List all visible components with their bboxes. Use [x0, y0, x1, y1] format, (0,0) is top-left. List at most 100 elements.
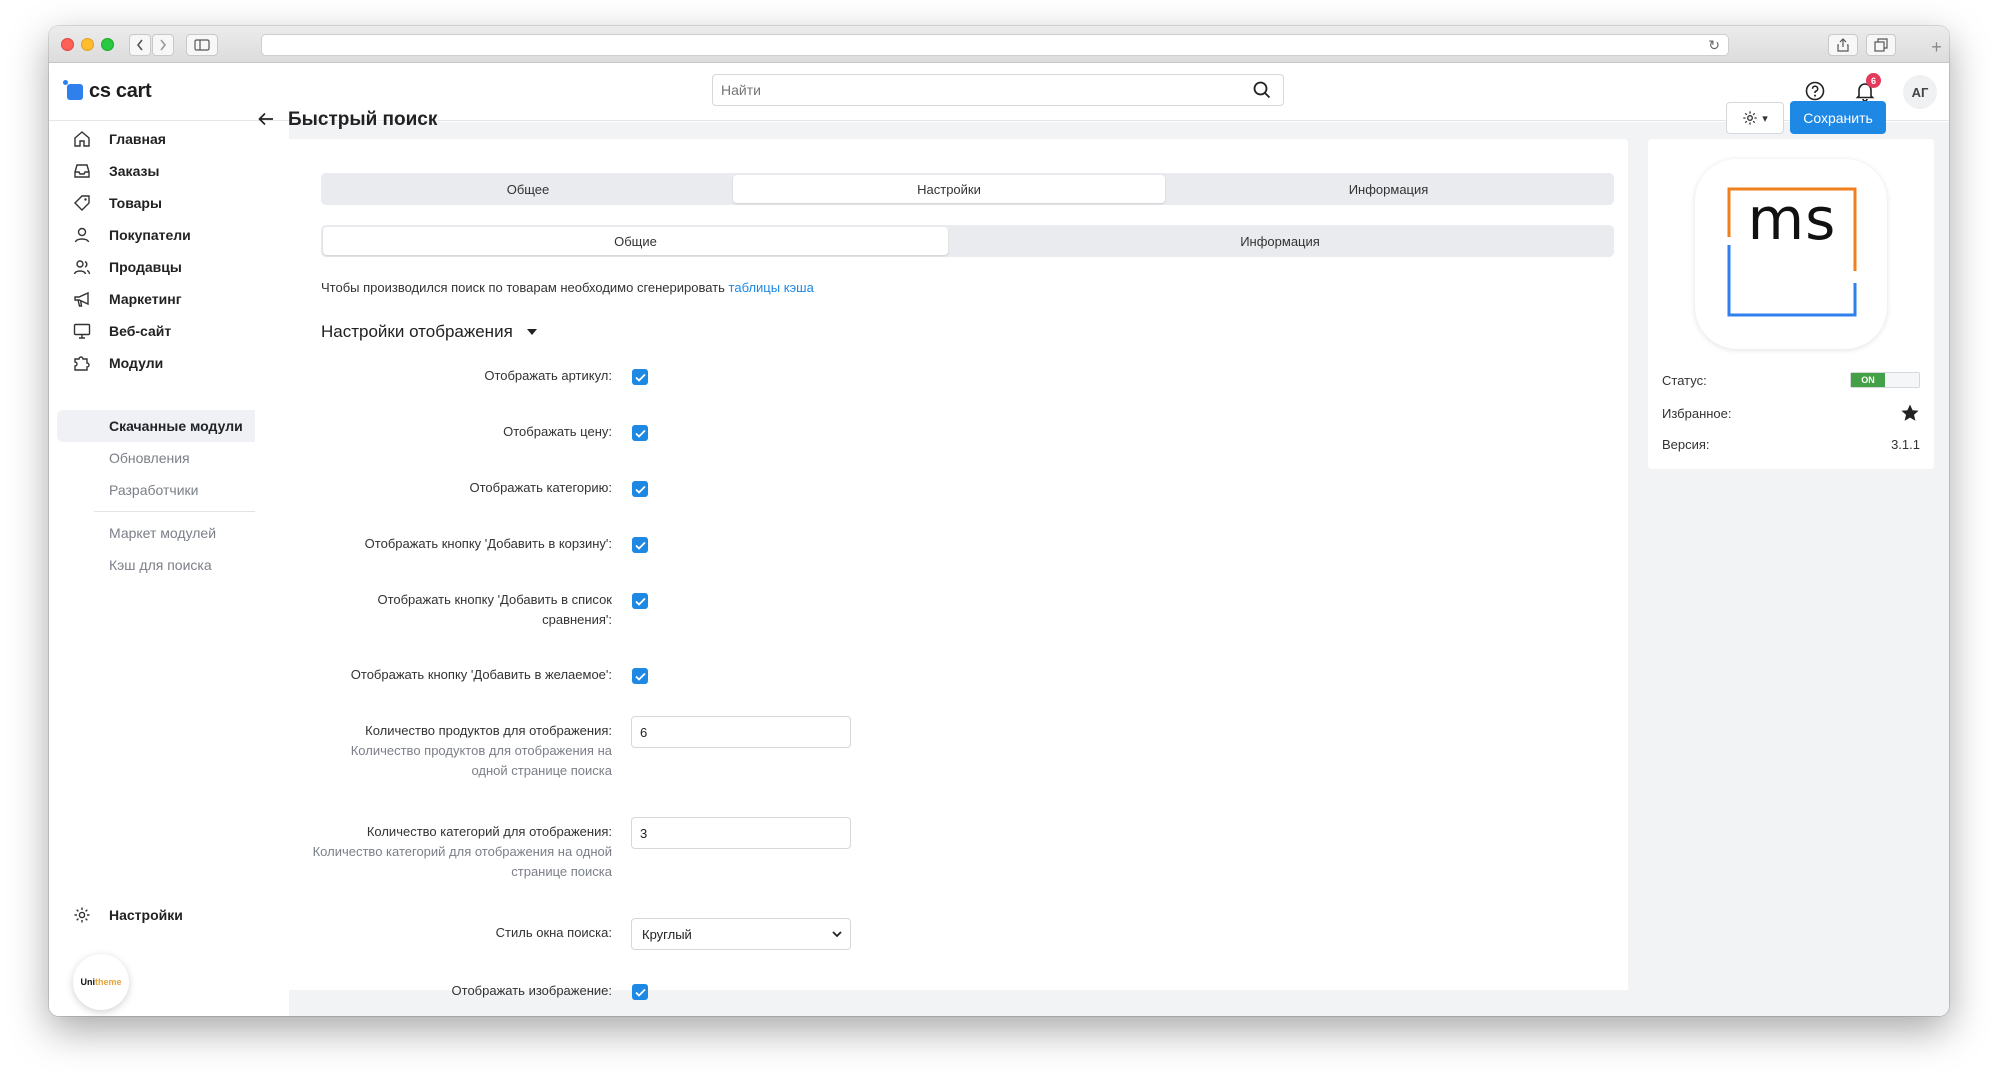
checkmark-icon [634, 541, 646, 550]
show-price-checkbox[interactable] [632, 425, 648, 441]
checkmark-icon [634, 672, 646, 681]
star-icon[interactable] [1900, 403, 1920, 423]
chevron-left-icon [136, 39, 143, 51]
sidebar-item-website[interactable]: Веб-сайт [57, 315, 281, 347]
checkmark-icon [634, 597, 646, 606]
sidebar-item-label: Главная [109, 131, 166, 147]
show-add-to-wishlist-checkbox[interactable] [632, 668, 648, 684]
sidebar-item-customers[interactable]: Покупатели [57, 219, 281, 251]
sidebar-divider [94, 511, 259, 512]
gear-icon [72, 905, 92, 925]
logo-text: cs cart [89, 80, 152, 102]
sidebar-item-label: Модули [109, 355, 164, 371]
sidebar-subitem-updates[interactable]: Обновления [57, 442, 281, 474]
favorite-label: Избранное: [1662, 405, 1732, 421]
sidebar-item-label: Заказы [109, 163, 160, 179]
sidebar-item-label: Покупатели [109, 227, 191, 243]
save-button[interactable]: Сохранить [1790, 101, 1886, 134]
sidebar-item-products[interactable]: Товары [57, 187, 281, 219]
browser-back-button[interactable] [129, 34, 151, 56]
new-tab-button[interactable]: + [1924, 36, 1949, 58]
minimize-window-button[interactable] [81, 38, 94, 51]
status-toggle-on: ON [1851, 373, 1885, 387]
sidebar-item-home[interactable]: Главная [57, 123, 281, 155]
categories-count-label: Количество категорий для отображения: Ко… [192, 822, 612, 882]
sidebar-item-label: Товары [109, 195, 162, 211]
sidebar-item-vendors[interactable]: Продавцы [57, 251, 281, 283]
tabs-icon [1874, 38, 1888, 52]
tab-general[interactable]: Общее [323, 175, 733, 203]
back-arrow-icon[interactable] [258, 109, 274, 132]
products-count-label: Количество продуктов для отображения: Ко… [192, 721, 612, 781]
unitheme-logo-part-b: theme [94, 977, 122, 987]
main-tabs: Общее Настройки Информация [321, 173, 1614, 205]
categories-count-input[interactable] [631, 817, 851, 849]
address-bar[interactable]: ↻ [261, 34, 1729, 56]
settings-dropdown-button[interactable]: ▾ [1726, 102, 1784, 134]
browser-forward-button[interactable] [152, 34, 174, 56]
cache-info-text: Чтобы производился поиск по товарам необ… [321, 280, 814, 295]
show-add-to-compare-checkbox[interactable] [632, 593, 648, 609]
close-window-button[interactable] [61, 38, 74, 51]
plus-icon: + [1931, 36, 1942, 57]
display-settings-toggle[interactable]: Настройки отображения [321, 322, 537, 342]
show-sku-label: Отображать артикул: [484, 368, 612, 383]
unitheme-logo-part-a: Uni [80, 977, 95, 987]
tab-information[interactable]: Информация [1165, 175, 1612, 203]
zoom-window-button[interactable] [101, 38, 114, 51]
addon-version-row: Версия: 3.1.1 [1662, 437, 1920, 452]
show-category-checkbox[interactable] [632, 481, 648, 497]
show-add-to-cart-checkbox[interactable] [632, 537, 648, 553]
sidebar-item-label: Продавцы [109, 259, 182, 275]
checkmark-icon [634, 485, 646, 494]
tag-icon [72, 193, 92, 213]
version-value: 3.1.1 [1891, 437, 1920, 452]
reload-icon[interactable]: ↻ [1708, 37, 1720, 54]
help-icon [1805, 81, 1825, 101]
monitor-icon [72, 321, 92, 341]
share-button[interactable] [1828, 34, 1858, 56]
show-add-to-compare-label: Отображать кнопку 'Добавить в список сра… [377, 592, 612, 627]
checkmark-icon [634, 988, 646, 997]
window-style-value: Круглый [642, 926, 692, 942]
notifications-badge: 6 [1866, 73, 1881, 88]
section-title: Настройки отображения [321, 322, 513, 341]
addon-logo-text: ms [1747, 185, 1837, 253]
sidebar-item-marketing[interactable]: Маркетинг [57, 283, 281, 315]
users-icon [72, 257, 92, 277]
search-icon[interactable] [1253, 81, 1271, 99]
chevron-down-icon [832, 931, 842, 938]
addon-info-card: ms Статус: ON Избранное: Версия: 3.1.1 [1648, 139, 1934, 469]
caret-down-icon: ▾ [1762, 112, 1768, 125]
subtab-information[interactable]: Информация [948, 227, 1612, 255]
products-count-hint: Количество продуктов для отображения на … [350, 743, 612, 778]
products-count-title: Количество продуктов для отображения: [365, 723, 612, 738]
search-input[interactable] [713, 75, 1233, 105]
caret-down-icon [526, 329, 537, 335]
sidebar-item-orders[interactable]: Заказы [57, 155, 281, 187]
products-count-input[interactable] [631, 716, 851, 748]
cs-cart-logo[interactable]: cs cart [63, 79, 152, 103]
sidebar-item-label: Настройки [109, 907, 183, 923]
status-toggle[interactable]: ON [1850, 372, 1920, 388]
global-search [712, 74, 1284, 106]
categories-count-title: Количество категорий для отображения: [366, 824, 612, 839]
subtab-general[interactable]: Общие [323, 227, 948, 255]
window-style-label: Стиль окна поиска: [495, 925, 612, 940]
window-style-select[interactable]: Круглый [631, 918, 851, 950]
show-price-label: Отображать цену: [503, 424, 612, 439]
show-add-to-wishlist-label: Отображать кнопку 'Добавить в желаемое': [350, 667, 612, 682]
inbox-icon [72, 161, 92, 181]
user-avatar[interactable]: АГ [1903, 75, 1937, 109]
tabs-overview-button[interactable] [1866, 34, 1896, 56]
cache-info-message: Чтобы производился поиск по товарам необ… [321, 280, 729, 295]
cache-tables-link[interactable]: таблицы кэша [729, 280, 814, 295]
sidebar-toggle-button[interactable] [186, 34, 218, 56]
tab-settings[interactable]: Настройки [733, 175, 1165, 203]
show-sku-checkbox[interactable] [632, 369, 648, 385]
addon-logo: ms [1695, 159, 1887, 349]
sub-tabs: Общие Информация [321, 225, 1614, 257]
home-icon [72, 129, 92, 149]
show-image-checkbox[interactable] [632, 984, 648, 1000]
unitheme-logo[interactable]: Uni theme [73, 954, 129, 1010]
